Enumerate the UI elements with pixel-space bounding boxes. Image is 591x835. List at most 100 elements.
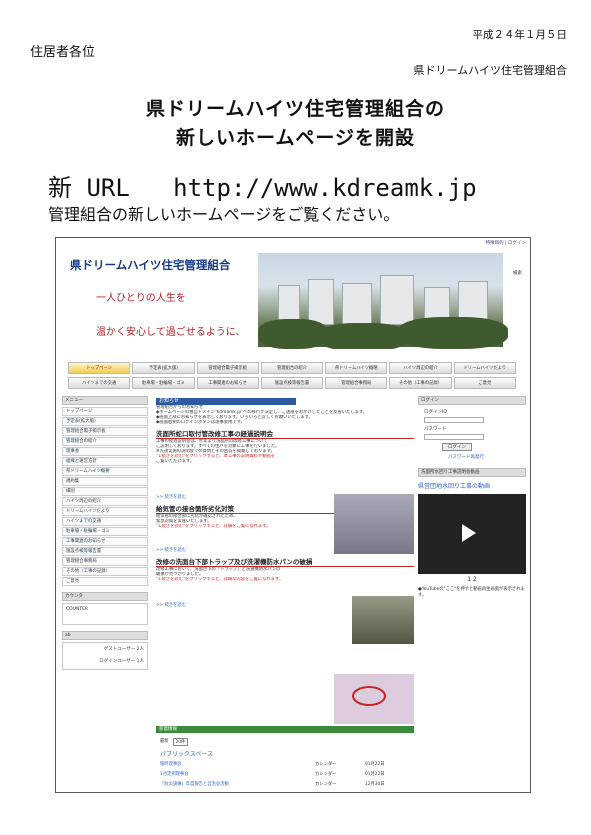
nav-item[interactable]: 施設点検等報告書 [260,377,324,389]
url-prefix: 新 [48,174,72,202]
site-banner: 県ドリームハイツ住宅管理組合 一人ひとりの人生を 温かく安心して過ごせるように、… [60,247,528,349]
main-content: お知らせ 管理組合からのお知らせ ◆ホームページの独自ドメイン"kdreamk.… [156,398,414,724]
article-line: "↓続きを読む"をクリックすると、詳細な内容をご覧になれます。 [156,577,284,582]
right-column: ログイン ログインID パスワード ログイン パスワード再発行 洗面所水回り工事… [418,396,526,598]
video-pager[interactable]: 1 2 [418,576,526,583]
footer-row-title: 臨時理事会 [160,762,182,767]
login-title: ログイン [418,396,526,405]
sidebar-item[interactable]: 管理組合電子掲示板 [62,427,148,436]
sidebar-item[interactable]: ハイツ周辺の紹介 [62,497,148,506]
login-pw-label: パスワード [424,427,447,432]
article-line: ご覧いただけます。 [156,459,195,464]
sidebar-item[interactable]: ハイツまでの交通 [62,517,148,526]
login-button[interactable]: ログイン [442,443,472,451]
footer-row-kind: カレンダー [315,772,337,777]
nav-item[interactable]: 予定表(拡大版) [132,362,195,374]
article-1-title[interactable]: 洗面所蛇口取付管改修工事の経過説明会 [156,429,414,439]
intro-text: 管理組合の新しいホームページをご覧ください。 [48,205,400,224]
video-player[interactable] [418,494,526,574]
sidebar-item[interactable]: その他（工事の記録） [62,567,148,576]
login-id-field[interactable] [424,417,484,423]
sender: 県ドリームハイツ住宅管理組合 [413,64,567,77]
sidebar-item[interactable]: ご意見 [62,577,148,586]
footer-row-kind: カレンダー [315,782,337,787]
utility-links[interactable]: 特徴目的 | ログイン [486,240,526,246]
footer-select-label: 最新 [160,739,169,744]
footer-bar: 新着情報 [156,726,414,733]
sidebar-item[interactable]: 駐車場・駐輪場・ゴミ [62,527,148,536]
sidebar-item[interactable]: 細則 [62,487,148,496]
online-title: ab [62,631,148,640]
footer-row-title: 「防災訓練」年度報告と自治会活動 [160,782,229,787]
banner-photo [258,253,508,349]
nav-item[interactable]: ハイツまでの交通 [68,377,131,389]
video-title[interactable]: 県営団地水回り工事の動画 [418,481,526,490]
sidebar-item[interactable]: 県ドリームハイツ概要 [62,467,148,476]
sidebar-item[interactable]: 理事会 [62,447,148,456]
sidebar-item[interactable]: トップページ [62,407,148,416]
sidebar-item[interactable]: ドリームハイツだより [62,507,148,516]
footer-row-date: 01月22日 [365,762,385,767]
sidebar-item[interactable]: 組織と運営方針 [62,457,148,466]
nav-row-2: ハイツまでの交通 駐車場・駐輪場・ゴミ 工事関連のお知らせ 施設点検等報告書 管… [68,377,516,389]
site-name: 県ドリームハイツ住宅管理組合 [70,258,231,272]
nav-item[interactable]: その他（工事の記録） [389,377,452,389]
article-3-title[interactable]: 改修の洗面台下部トラップ及び洗濯機防水パンの破損 [156,557,414,567]
nav-item[interactable]: 駐車場・駐輪場・ゴミ [132,377,195,389]
sidebar: メニュー トップページ 予定表(拡大版) 管理組合電子掲示板 管理組合の紹介 理事会 組織… [62,396,148,676]
tagline-2: 温かく安心して過ごせるように、 [96,327,246,338]
footer-heading: パブリックスペース [160,751,214,758]
nav-item[interactable]: 県ドリームハイツ概略 [325,362,388,374]
article-line: "↓続きを読む"をクリックすると、詳細をご覧になれます。 [156,524,271,529]
announcement-title-line2: 新しいホームページを開設 [175,127,416,149]
nav-item[interactable]: 工事関連のお知らせ [196,377,259,389]
footer-select-row: 最新 20件 [160,738,410,746]
counter-label: COUNTER [66,607,89,612]
nav-item[interactable]: ドリームハイツだより [453,362,516,374]
counter-box: COUNTER [62,603,148,625]
sidebar-item[interactable]: 管理組合事務局 [62,557,148,566]
article-1-photo [334,494,414,554]
nav-item[interactable]: 管理組合の紹介 [260,362,324,374]
announcement-title-line1: 県ドリームハイツ住宅管理組合の [145,98,446,120]
tagline-1: 一人ひとりの人生を [96,293,186,304]
footer-row[interactable]: 1月定例理事会 カレンダー 01月22日 [160,771,410,777]
sidebar-item[interactable]: 予定表(拡大版) [62,417,148,426]
footer-row-date: 12月30日 [365,782,385,787]
footer-row-date: 01月22日 [365,772,385,777]
new-url: URL http://www.kdreamk.jp [72,174,477,202]
notice-bar: お知らせ [156,398,296,405]
sidebar-item[interactable]: 管理組合の紹介 [62,437,148,446]
sidebar-title: メニュー [62,396,148,405]
nav-item[interactable]: ハイツ周辺の紹介 [389,362,452,374]
play-icon[interactable] [462,524,476,542]
sidebar-item[interactable]: 工事関連のお知らせ [62,537,148,546]
sidebar-item[interactable]: 規約集 [62,477,148,486]
login-pw-field[interactable] [424,434,484,440]
nav-item[interactable]: 管理組合事務局 [325,377,388,389]
video-notes: ●YouTubeの"ここ"を押すと動画再生画面が表示されます。 [418,587,525,598]
article-3-photo [334,674,414,724]
notice-line: ◆画面右側のログインボタンは理事会用です。 [156,420,245,425]
nav-item[interactable]: ご意見 [453,377,516,389]
counter-title: カウンタ [62,592,148,601]
nav-item[interactable]: 管理組合電子掲示板 [196,362,259,374]
footer-select[interactable]: 20件 [172,738,189,746]
login-id-label: ログインID [424,410,447,415]
online-guest: ゲストユーザー 2人 [103,647,144,652]
nav-item[interactable]: トップページ [68,362,131,374]
footer-row[interactable]: 臨時理事会 カレンダー 01月22日 [160,761,410,767]
letter-date: 平成２４年１月５日 [472,29,568,41]
video-panel-title: 洗面所水回り工事説明会動画 [418,468,526,477]
online-box: ゲストユーザー 2人 ログインユーザー 1人 [62,642,148,670]
footer-row-title: 1月定例理事会 [160,772,189,777]
new-url-line: 新 URL http://www.kdreamk.jp [48,168,477,203]
online-member: ログインユーザー 1人 [99,659,144,664]
article-2-photo [352,596,414,644]
footer-row[interactable]: 「防災訓練」年度報告と自治会活動 カレンダー 12月30日 [160,781,410,787]
search-link[interactable]: 検索 [513,270,522,276]
homepage-screenshot: 特徴目的 | ログイン 県ドリームハイツ住宅管理組合 一人ひとりの人生を 温かく… [55,237,531,793]
sidebar-item[interactable]: 施設点検等報告書 [62,547,148,556]
footer-row-kind: カレンダー [315,762,337,767]
password-reissue-link[interactable]: パスワード再発行 [448,454,526,460]
